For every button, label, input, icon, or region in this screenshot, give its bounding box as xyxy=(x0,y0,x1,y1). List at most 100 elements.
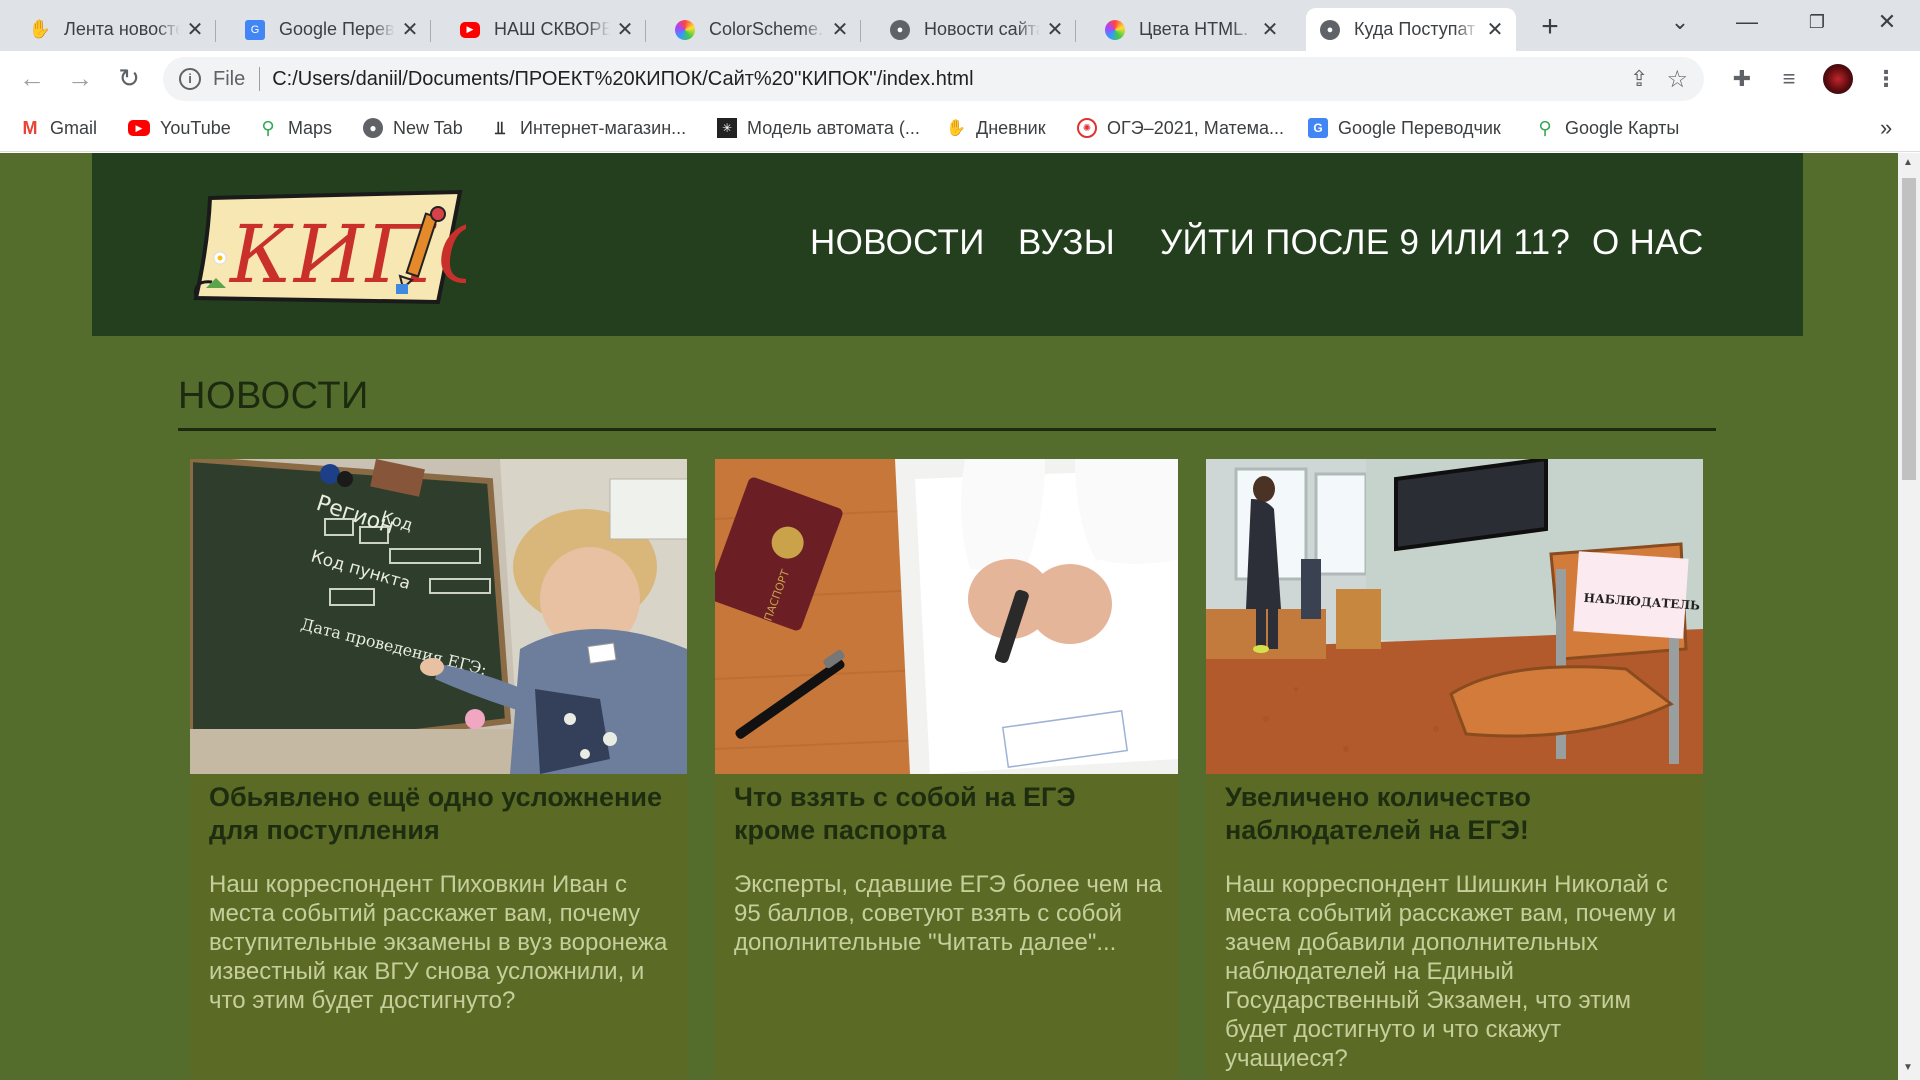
nav-news[interactable]: НОВОСТИ xyxy=(810,223,985,263)
maps-pin-icon: ⚲ xyxy=(1538,117,1552,138)
close-icon[interactable]: ✕ xyxy=(186,17,204,42)
tab-title: Куда Поступат xyxy=(1354,19,1476,39)
bookmark-label: YouTube xyxy=(160,117,231,138)
nav-universities[interactable]: ВУЗЫ xyxy=(1018,223,1115,263)
restore-button[interactable]: ❐ xyxy=(1787,4,1847,40)
bookmark-label: New Tab xyxy=(393,117,463,138)
tab-html-colors[interactable]: Цвета HTML. Т ✕ xyxy=(1091,8,1291,51)
globe-icon: ● xyxy=(363,118,383,138)
bookmark-google-translate[interactable]: G Google Переводчик xyxy=(1308,115,1501,141)
bookmark-oge[interactable]: ✺ ОГЭ–2021, Матема... xyxy=(1077,115,1284,141)
news-card[interactable]: НАБЛЮДАТЕЛЬ Увеличено количество наблюда… xyxy=(1206,459,1703,1080)
scrollbar-thumb[interactable] xyxy=(1902,178,1916,480)
divider xyxy=(178,428,1716,431)
google-translate-icon: G xyxy=(1308,118,1328,138)
tab-title: Лента новосте xyxy=(64,19,180,39)
bookmark-gmail[interactable]: M Gmail xyxy=(20,115,98,141)
tab-google-translate[interactable]: G Google Перево ✕ xyxy=(231,8,431,51)
youtube-icon: ▶ xyxy=(128,120,150,136)
scroll-up-arrow-icon[interactable]: ▲ xyxy=(1903,157,1913,168)
yandex-hand-icon: ✋ xyxy=(28,19,52,39)
tab-strip: ✋ Лента новосте ✕ G Google Перево ✕ ▶ НА… xyxy=(0,0,1920,51)
bookmark-label: Модель автомата (... xyxy=(747,117,920,138)
bookmark-label: Интернет-магазин... xyxy=(520,117,687,138)
google-translate-icon: G xyxy=(245,19,265,40)
globe-icon: ● xyxy=(1320,19,1340,40)
menu-kebab-icon[interactable]: ⋮ xyxy=(1872,65,1900,93)
bookmarks-overflow-button[interactable]: » xyxy=(1880,115,1892,141)
bookmark-diary[interactable]: ✋ Дневник xyxy=(946,115,1046,141)
tab-youtube[interactable]: ▶ НАШ СКВОРЕЧ ✕ xyxy=(446,8,646,51)
bookmark-automaton[interactable]: ✳ Модель автомата (... xyxy=(717,115,920,141)
site-info-icon[interactable]: i xyxy=(179,68,201,90)
automaton-icon: ✳ xyxy=(717,118,737,138)
shop-icon: ⫫ xyxy=(494,117,506,138)
page-viewport: КИПОК НОВОСТИ ВУЗЫ УЙТИ ПОСЛЕ 9 ИЛИ 11? … xyxy=(0,153,1898,1080)
oge-icon: ✺ xyxy=(1077,118,1097,138)
tab-site-news[interactable]: ● Новости сайта ✕ xyxy=(876,8,1076,51)
tab-title: ColorScheme.R xyxy=(709,19,825,39)
media-queue-icon[interactable]: ≡ xyxy=(1775,65,1803,93)
address-bar[interactable]: i File C:/Users/daniil/Documents/ПРОЕКТ%… xyxy=(163,57,1704,101)
news-image-observer-chair: НАБЛЮДАТЕЛЬ xyxy=(1206,459,1703,774)
color-wheel-icon xyxy=(675,19,695,40)
news-image-teacher: Регион Код Код пункта Дата проведения ЕГ… xyxy=(190,459,687,774)
tab-title: Новости сайта xyxy=(924,19,1040,39)
bookmark-label: Google Карты xyxy=(1565,117,1680,138)
nav-about[interactable]: О НАС xyxy=(1592,223,1704,263)
minimize-button[interactable]: — xyxy=(1717,4,1777,40)
bookmark-label: Дневник xyxy=(976,117,1046,138)
diary-hand-icon: ✋ xyxy=(946,120,966,137)
scheme-label: File xyxy=(213,67,246,90)
tab-title: Цвета HTML. Т xyxy=(1139,19,1255,39)
share-icon[interactable]: ⇪ xyxy=(1630,66,1648,92)
bookmarks-bar: M Gmail ▶ YouTube ⚲ Maps ● New Tab ⫫ Инт… xyxy=(0,105,1920,152)
close-window-button[interactable]: ✕ xyxy=(1857,4,1917,40)
nav-after-9-or-11[interactable]: УЙТИ ПОСЛЕ 9 ИЛИ 11? xyxy=(1160,223,1570,263)
close-icon[interactable]: ✕ xyxy=(401,17,419,42)
news-card-title[interactable]: Увеличено количество наблюдателей на ЕГЭ… xyxy=(1225,781,1684,847)
bookmark-label: ОГЭ–2021, Матема... xyxy=(1107,117,1284,138)
section-title: НОВОСТИ xyxy=(178,375,369,417)
youtube-icon: ▶ xyxy=(460,21,480,38)
gmail-icon: M xyxy=(22,117,38,138)
news-card[interactable]: Регион Код Код пункта Дата проведения ЕГ… xyxy=(190,459,687,1080)
news-card-title[interactable]: Обьявлено ещё одно усложнение для поступ… xyxy=(209,781,668,847)
tab-active-kuda-postupat[interactable]: ● Куда Поступат ✕ xyxy=(1306,8,1516,51)
url-text[interactable]: C:/Users/daniil/Documents/ПРОЕКТ%20КИПОК… xyxy=(272,68,973,91)
close-icon[interactable]: ✕ xyxy=(1486,17,1504,42)
tab-colorscheme[interactable]: ColorScheme.R ✕ xyxy=(661,8,861,51)
forward-button[interactable]: → xyxy=(64,63,96,95)
bookmark-new-tab[interactable]: ● New Tab xyxy=(363,115,463,141)
news-card[interactable]: ПАСПОРТ Что взять с собой на ЕГЭ кроме п… xyxy=(715,459,1178,1080)
close-icon[interactable]: ✕ xyxy=(616,17,634,42)
news-card-text: Эксперты, сдавшие ЕГЭ более чем на 95 ба… xyxy=(734,871,1163,956)
bookmark-label: Maps xyxy=(288,117,333,138)
bookmark-google-maps[interactable]: ⚲ Google Карты xyxy=(1535,115,1679,141)
back-button[interactable]: ← xyxy=(16,63,48,95)
close-icon[interactable]: ✕ xyxy=(831,17,849,42)
bookmark-maps[interactable]: ⚲ Maps xyxy=(258,115,332,141)
tab-title: Google Перево xyxy=(279,19,395,39)
tab-search-chevron-icon[interactable]: ⌄ xyxy=(1650,4,1710,40)
tab-news-feed[interactable]: ✋ Лента новосте ✕ xyxy=(16,8,216,51)
avatar[interactable] xyxy=(1823,64,1853,94)
bookmark-shop[interactable]: ⫫ Интернет-магазин... xyxy=(490,115,686,141)
divider xyxy=(259,67,261,91)
extensions-puzzle-icon[interactable]: ✚ xyxy=(1728,65,1756,93)
color-wheel-icon xyxy=(1105,19,1125,40)
news-card-title[interactable]: Что взять с собой на ЕГЭ кроме паспорта xyxy=(734,781,1159,847)
maps-pin-icon: ⚲ xyxy=(261,117,275,138)
site-header: КИПОК НОВОСТИ ВУЗЫ УЙТИ ПОСЛЕ 9 ИЛИ 11? … xyxy=(92,153,1803,336)
news-card-text: Наш корреспондент Шишкин Николай с места… xyxy=(1225,871,1677,1072)
browser-toolbar: ← → ↻ i File C:/Users/daniil/Documents/П… xyxy=(0,51,1920,105)
close-icon[interactable]: ✕ xyxy=(1046,17,1064,42)
bookmark-label: Gmail xyxy=(50,117,98,138)
site-logo[interactable]: КИПОК xyxy=(190,184,567,305)
bookmark-star-icon[interactable]: ☆ xyxy=(1666,65,1688,94)
bookmark-youtube[interactable]: ▶ YouTube xyxy=(128,115,231,141)
scroll-down-arrow-icon[interactable]: ▼ xyxy=(1903,1062,1913,1073)
reload-button[interactable]: ↻ xyxy=(113,63,145,95)
close-icon[interactable]: ✕ xyxy=(1261,17,1279,42)
new-tab-button[interactable]: + xyxy=(1530,8,1570,48)
